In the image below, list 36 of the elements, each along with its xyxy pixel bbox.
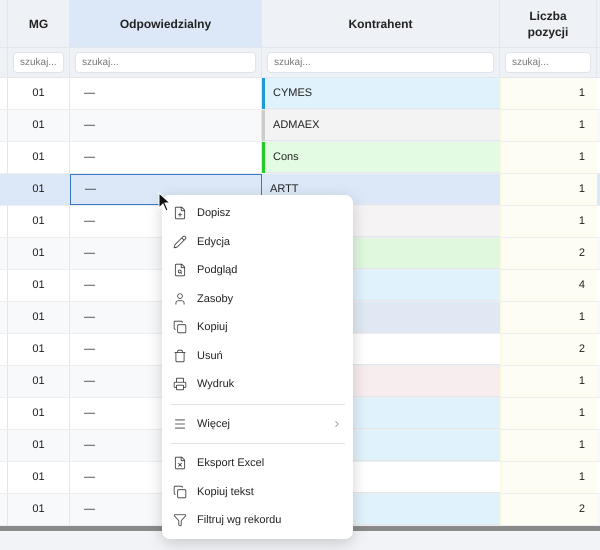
table-cell: 01 [8,302,70,333]
table-cell: 01 [8,334,70,365]
table-cell: 01 [8,270,70,301]
table-cell: 01 [8,110,70,141]
menu-item-label: Dopisz [197,206,232,221]
table-cell: 2 [500,494,597,525]
table-cell: 01 [8,174,70,205]
table-cell: 2 [500,334,597,365]
table-cell: 1 [500,206,597,237]
table-cell: 01 [8,398,70,429]
table-cell: 4 [500,270,597,301]
table-cell: 01 [8,366,70,397]
table-cell: 1 [500,366,597,397]
table-cell: 01 [8,142,70,173]
table-cell: 01 [8,238,70,269]
table-cell: 1 [500,398,597,429]
table-cell: 1 [500,142,597,173]
table-cell: 1 [500,110,597,141]
table-cell: Cons [265,142,500,173]
table-cell: 01 [8,78,70,109]
table-cell: 01 [8,206,70,237]
menu-item-label: Więcej [197,416,232,432]
table-cell: 01 [8,494,70,525]
table-cell: CYMES [265,78,500,109]
menu-item-label: Usuń [197,348,224,364]
table-cell: 1 [500,174,597,205]
table-cell: 1 [500,462,597,493]
menu-item-label: Wydruk [197,377,236,392]
menu-item-label: Kopiuj [197,320,229,335]
table-cell: ADMAEX [265,110,500,141]
table-cell: 01 [8,430,70,461]
table-cell: 1 [500,302,597,333]
table-cell: 2 [500,238,597,269]
table-cell: 01 [8,462,70,493]
table-cell: 1 [500,430,597,461]
table-cell: 1 [500,78,597,109]
